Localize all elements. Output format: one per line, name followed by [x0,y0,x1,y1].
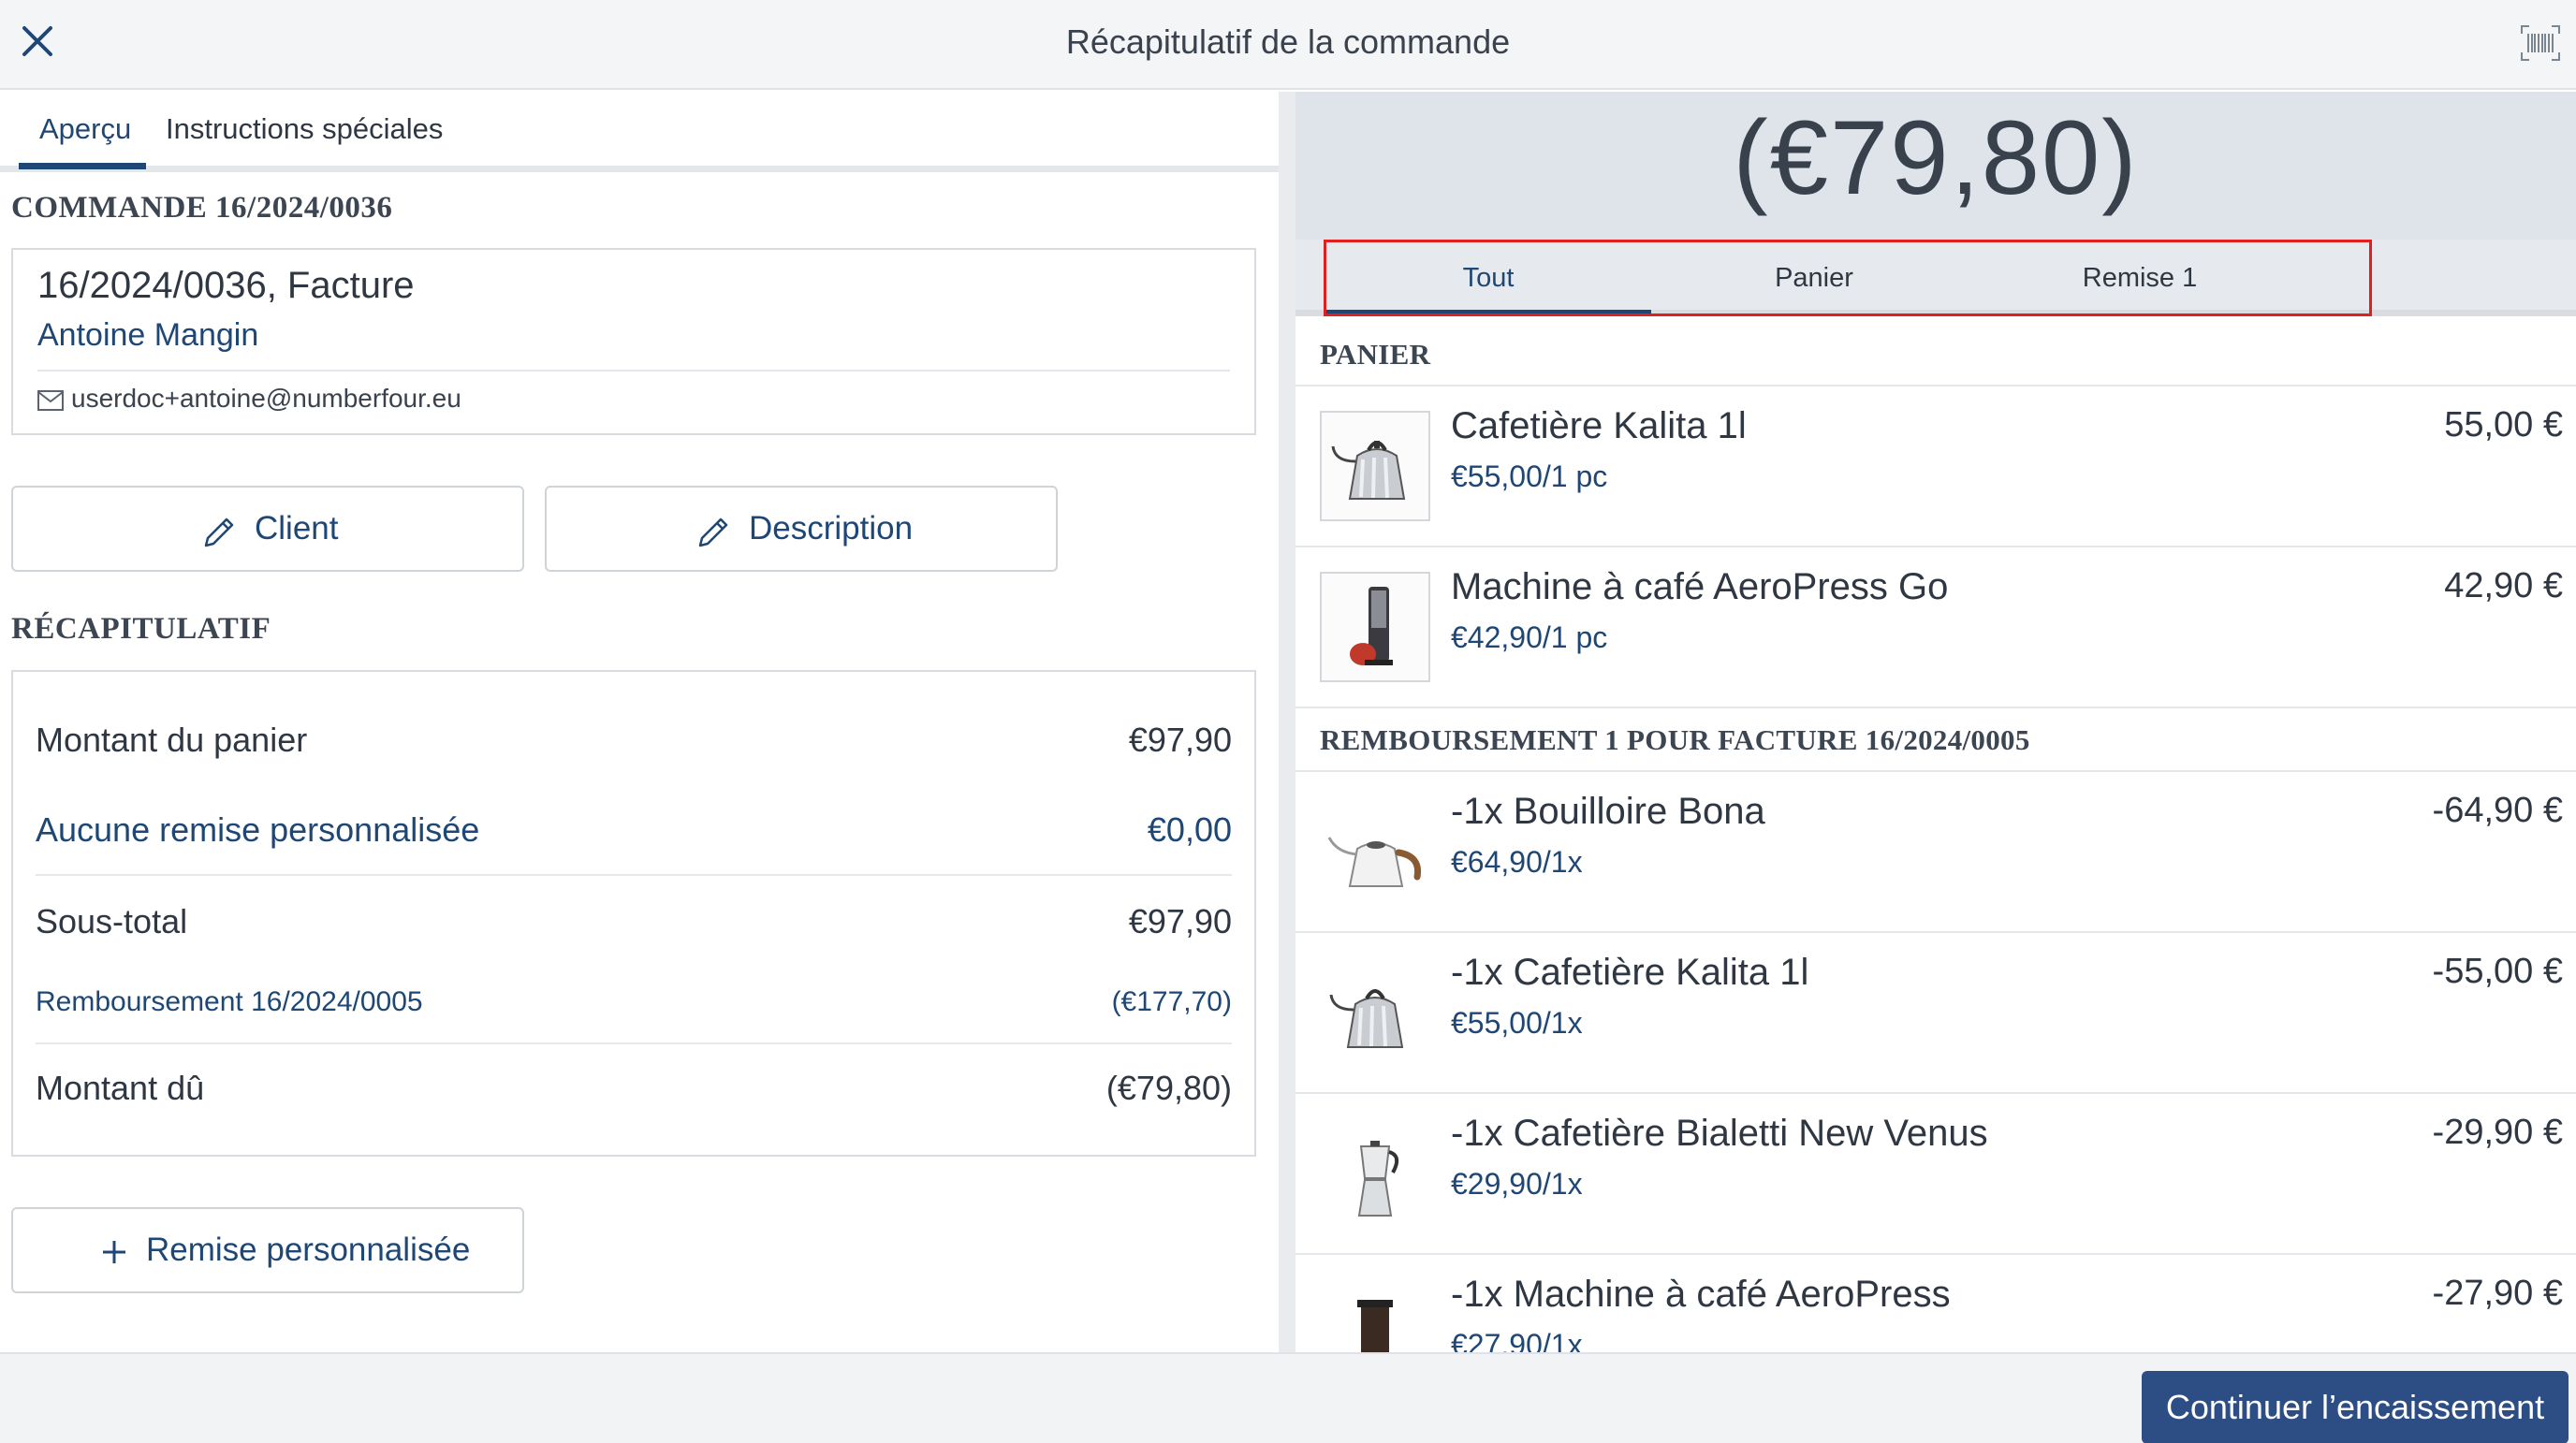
tab-apercu[interactable]: Aperçu [39,112,131,146]
kettle-icon [1320,957,1430,1068]
customer-email: userdoc+antoine@numberfour.eu [71,384,461,413]
summary-value: €97,90 [1128,721,1232,759]
item-name: Machine à café AeroPress Go [1451,566,1949,607]
top-bar: Récapitulatif de la commande [0,0,2576,90]
order-card: 16/2024/0036, Facture Antoine Mangin use… [11,248,1256,435]
summary-value: (€79,80) [1105,1069,1232,1107]
item-unit-price: €27,90/1x [1451,1328,1583,1352]
list-item[interactable]: -1x Cafetière Kalita 1l €55,00/1x -55,00… [1295,933,2576,1094]
item-name: -1x Bouilloire Bona [1451,791,1765,832]
active-tab-indicator [19,163,146,169]
summary-value: €97,90 [1128,902,1232,940]
group-heading: REMBOURSEMENT 1 POUR FACTURE 16/2024/000… [1320,723,2030,756]
item-unit-price: €42,90/1 pc [1451,620,1608,654]
edit-client-label: Client [255,510,339,547]
continue-checkout-button[interactable]: Continuer l’encaissement [2142,1371,2569,1443]
list-item[interactable]: Machine à café AeroPress Go €42,90/1 pc … [1295,547,2576,708]
filter-tab-bar: Tout Panier Remise 1 [1295,240,2576,316]
group-header-refund: REMBOURSEMENT 1 POUR FACTURE 16/2024/000… [1295,708,2576,772]
order-heading: COMMANDE 16/2024/0036 [11,191,393,225]
divider [36,1042,1232,1044]
divider [36,874,1232,876]
item-name: -1x Cafetière Bialetti New Venus [1451,1113,1988,1154]
summary-label: Montant dû [36,1069,205,1107]
order-number-type: 16/2024/0036, Facture [37,265,415,306]
summary-heading: RÉCAPITULATIF [11,612,271,646]
summary-label: Remboursement 16/2024/0005 [36,986,423,1017]
tab-special-instructions[interactable]: Instructions spéciales [166,112,443,146]
summary-value: €0,00 [1147,810,1232,849]
customer-name[interactable]: Antoine Mangin [37,317,258,354]
page-title: Récapitulatif de la commande [1065,22,1511,61]
add-custom-discount-button[interactable]: Remise personnalisée [11,1207,524,1293]
item-unit-price: €29,90/1x [1451,1167,1583,1201]
item-price: 42,90 € [2444,566,2563,605]
list-item[interactable]: -1x Cafetière Bialetti New Venus €29,90/… [1295,1094,2576,1255]
order-overview-pane: Aperçu Instructions spéciales COMMANDE 1… [0,92,1279,1352]
summary-label: Sous-total [36,902,188,940]
pencil-icon [695,514,732,556]
list-item[interactable]: Cafetière Kalita 1l €55,00/1 pc 55,00 € [1295,386,2576,547]
item-price: 55,00 € [2444,405,2563,445]
plus-icon [97,1235,131,1274]
item-unit-price: €55,00/1x [1451,1006,1583,1040]
item-price: -64,90 € [2432,791,2563,830]
total-amount: (€79,80) [1733,99,2139,216]
bottom-action-bar: Continuer l’encaissement [0,1352,2576,1443]
moka-pot-icon [1320,1118,1430,1229]
tab-refund-1[interactable]: Remise 1 [1977,240,2303,316]
aeropress-go-icon [1320,572,1430,682]
summary-value: (€177,70) [1111,986,1232,1017]
list-item[interactable]: -1x Bouilloire Bona €64,90/1x -64,90 € [1295,772,2576,933]
aeropress-icon [1320,1279,1430,1352]
item-name: -1x Cafetière Kalita 1l [1451,952,1809,993]
barcode-icon[interactable] [2520,24,2561,62]
active-tab-indicator [1325,310,1651,316]
tab-cart[interactable]: Panier [1651,240,1977,316]
item-price: -55,00 € [2432,952,2563,991]
kettle-icon [1320,411,1430,521]
summary-label: Aucune remise personnalisée [36,810,480,849]
mail-icon [37,390,64,411]
add-custom-discount-label: Remise personnalisée [146,1232,471,1268]
item-price: -29,90 € [2432,1113,2563,1152]
edit-client-button[interactable]: Client [11,486,524,572]
divider [37,370,1230,372]
order-items-pane: (€79,80) Tout Panier Remise 1 PANIER Caf… [1295,92,2576,1352]
edit-description-label: Description [749,510,914,547]
summary-label: Montant du panier [36,721,308,759]
edit-description-button[interactable]: Description [545,486,1058,572]
left-tab-bar: Aperçu Instructions spéciales [0,92,1279,172]
item-unit-price: €64,90/1x [1451,845,1583,879]
item-unit-price: €55,00/1 pc [1451,459,1608,493]
summary-card: Montant du panier €97,90 Aucune remise p… [11,670,1256,1157]
tab-all[interactable]: Tout [1325,240,1651,316]
item-price: -27,90 € [2432,1274,2563,1313]
list-item[interactable]: -1x Machine à café AeroPress €27,90/1x -… [1295,1255,2576,1352]
item-name: -1x Machine à café AeroPress [1451,1274,1951,1315]
group-header-cart: PANIER [1295,323,2576,386]
group-heading: PANIER [1320,338,1431,371]
total-header: (€79,80) [1295,92,2576,240]
pencil-icon [200,514,238,556]
item-name: Cafetière Kalita 1l [1451,405,1747,446]
pane-divider [1279,92,1295,1352]
white-kettle-icon [1320,796,1430,907]
